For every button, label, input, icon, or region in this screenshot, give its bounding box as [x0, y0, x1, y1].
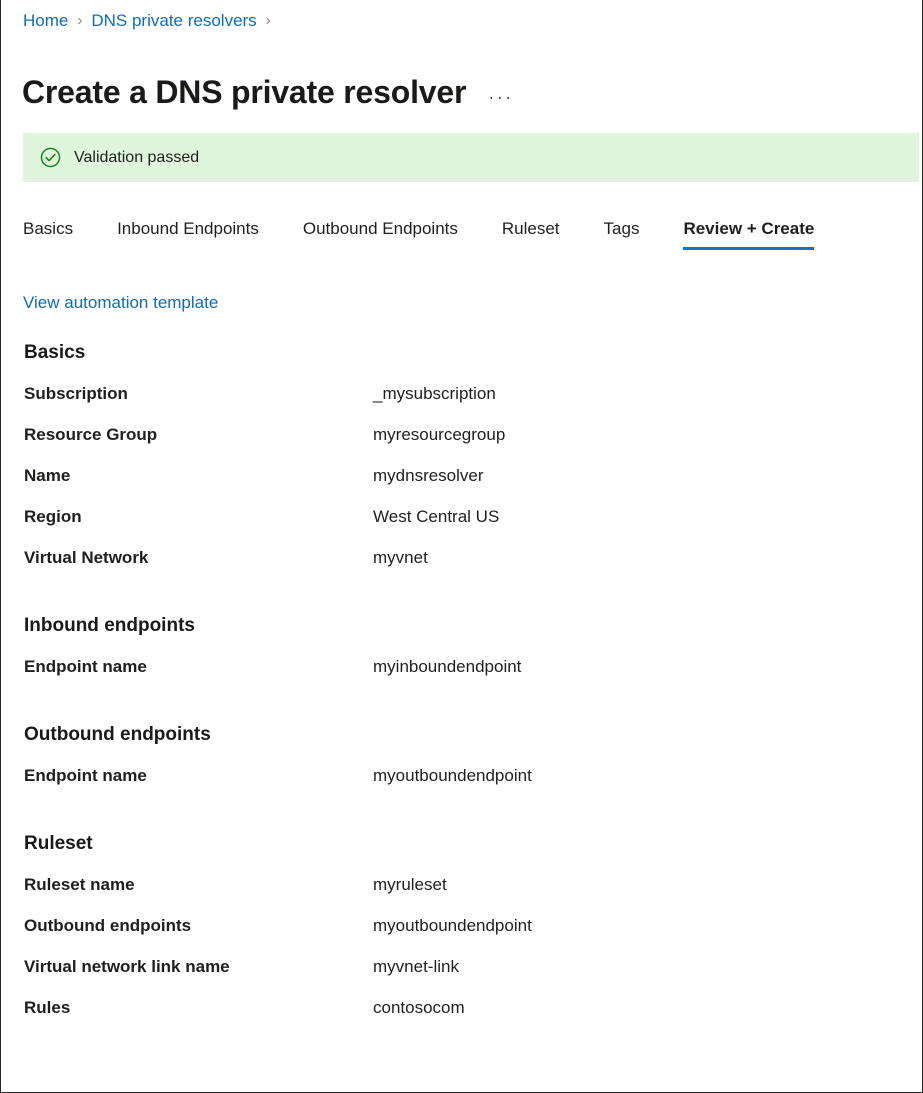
summary-row: Ruleset name myruleset: [1, 874, 922, 915]
summary-row: Virtual Network myvnet: [1, 547, 922, 588]
tab-basics[interactable]: Basics: [23, 218, 73, 258]
tab-tags[interactable]: Tags: [604, 218, 640, 258]
summary-row: Name mydnsresolver: [1, 465, 922, 506]
row-label-virtual-network-link-name: Virtual network link name: [1, 956, 373, 978]
view-automation-template-link[interactable]: View automation template: [23, 292, 218, 314]
row-label-region: Region: [1, 506, 373, 528]
breadcrumb: Home › DNS private resolvers ›: [23, 10, 280, 32]
row-label-ruleset-outbound-endpoints: Outbound endpoints: [1, 915, 373, 937]
section-inbound-endpoints: Inbound endpoints Endpoint name myinboun…: [1, 613, 922, 697]
row-value-resource-group: myresourcegroup: [373, 424, 505, 446]
row-label-virtual-network: Virtual Network: [1, 547, 373, 569]
row-value-rules: contosocom: [373, 997, 465, 1019]
row-value-virtual-network-link-name: myvnet-link: [373, 956, 459, 978]
summary-row: Resource Group myresourcegroup: [1, 424, 922, 465]
page-title-row: Create a DNS private resolver ···: [22, 50, 514, 135]
summary-row: Virtual network link name myvnet-link: [1, 956, 922, 997]
row-value-name: mydnsresolver: [373, 465, 484, 487]
create-dns-private-resolver-page: Home › DNS private resolvers › Create a …: [0, 0, 923, 1093]
tab-outbound-endpoints[interactable]: Outbound Endpoints: [303, 218, 458, 258]
row-label-subscription: Subscription: [1, 383, 373, 405]
validation-status-text: Validation passed: [74, 147, 199, 168]
row-value-ruleset-outbound-endpoints: myoutboundendpoint: [373, 915, 532, 937]
section-basics: Basics Subscription _mysubscription Reso…: [1, 340, 922, 588]
section-heading-basics: Basics: [1, 340, 922, 366]
tab-review-create[interactable]: Review + Create: [683, 218, 814, 258]
row-label-rules: Rules: [1, 997, 373, 1019]
section-ruleset: Ruleset Ruleset name myruleset Outbound …: [1, 831, 922, 1038]
row-value-region: West Central US: [373, 506, 499, 528]
summary-row: Rules contosocom: [1, 997, 922, 1038]
summary-row: Region West Central US: [1, 506, 922, 547]
row-value-inbound-endpoint-name: myinboundendpoint: [373, 656, 521, 678]
check-circle-icon: [40, 147, 61, 168]
row-label-ruleset-name: Ruleset name: [1, 874, 373, 896]
breadcrumb-item-home[interactable]: Home: [23, 10, 68, 32]
ruleset-rows: Ruleset name myruleset Outbound endpoint…: [1, 874, 922, 1038]
page-title: Create a DNS private resolver: [22, 71, 466, 113]
summary-row: Outbound endpoints myoutboundendpoint: [1, 915, 922, 956]
row-value-subscription: _mysubscription: [373, 383, 496, 405]
summary-row: Endpoint name myinboundendpoint: [1, 656, 922, 697]
validation-status-banner: Validation passed: [23, 133, 919, 182]
wizard-tabs: Basics Inbound Endpoints Outbound Endpoi…: [23, 206, 814, 258]
review-summary: Basics Subscription _mysubscription Reso…: [1, 340, 922, 1038]
inbound-rows: Endpoint name myinboundendpoint: [1, 656, 922, 697]
row-value-outbound-endpoint-name: myoutboundendpoint: [373, 765, 532, 787]
basics-rows: Subscription _mysubscription Resource Gr…: [1, 383, 922, 588]
row-label-name: Name: [1, 465, 373, 487]
row-label-resource-group: Resource Group: [1, 424, 373, 446]
row-label-inbound-endpoint-name: Endpoint name: [1, 656, 373, 678]
chevron-right-icon: ›: [77, 10, 82, 32]
more-actions-icon[interactable]: ···: [488, 90, 513, 104]
tab-ruleset[interactable]: Ruleset: [502, 218, 560, 258]
tab-inbound-endpoints[interactable]: Inbound Endpoints: [117, 218, 259, 258]
row-value-ruleset-name: myruleset: [373, 874, 447, 896]
section-heading-inbound-endpoints: Inbound endpoints: [1, 613, 922, 639]
section-heading-outbound-endpoints: Outbound endpoints: [1, 722, 922, 748]
summary-row: Subscription _mysubscription: [1, 383, 922, 424]
summary-row: Endpoint name myoutboundendpoint: [1, 765, 922, 806]
row-label-outbound-endpoint-name: Endpoint name: [1, 765, 373, 787]
section-heading-ruleset: Ruleset: [1, 831, 922, 857]
section-outbound-endpoints: Outbound endpoints Endpoint name myoutbo…: [1, 722, 922, 806]
outbound-rows: Endpoint name myoutboundendpoint: [1, 765, 922, 806]
chevron-right-icon: ›: [266, 10, 271, 32]
row-value-virtual-network: myvnet: [373, 547, 428, 569]
breadcrumb-item-dns-private-resolvers[interactable]: DNS private resolvers: [91, 10, 256, 32]
